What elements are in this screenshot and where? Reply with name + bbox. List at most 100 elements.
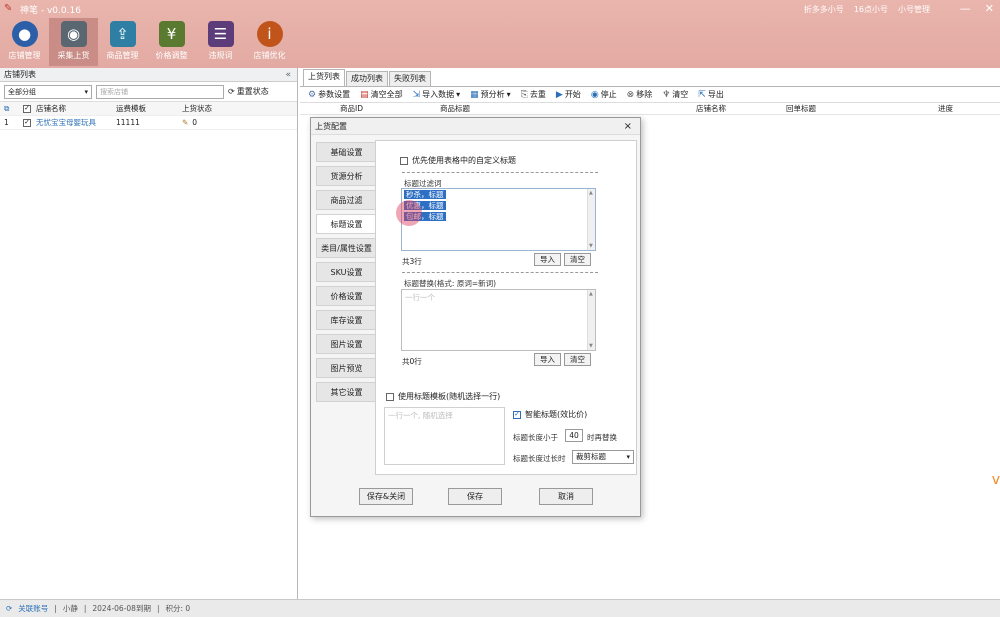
close-icon[interactable]: × — [624, 118, 632, 135]
clear-replace-button[interactable]: 清空 — [564, 353, 591, 366]
form-icon: ☰ — [207, 21, 234, 47]
nav-stock-settings[interactable]: 库存设置 — [316, 310, 377, 330]
chevron-down-icon: ▾ — [506, 90, 511, 99]
toolbar-price-adjust-button[interactable]: ¥ 价格调整 — [147, 18, 196, 66]
smart-title-option[interactable]: ✓ 智能标题(效比价) — [513, 409, 587, 420]
divider — [402, 272, 598, 273]
save-close-button[interactable]: 保存&关闭 — [359, 488, 413, 505]
min-length-input[interactable]: 40 — [565, 429, 583, 442]
param-settings-button[interactable]: ⚙ 参数设置 — [308, 89, 350, 100]
use-template-option[interactable]: 使用标题模板(随机选择一行) — [386, 391, 500, 402]
nav-category-settings[interactable]: 类目/属性设置 — [316, 238, 377, 258]
reset-status-button[interactable]: ⟳ 重置状态 — [228, 86, 269, 97]
select-all-checkbox[interactable]: ✓ — [23, 104, 31, 113]
nav-price-settings[interactable]: 价格设置 — [316, 286, 377, 306]
overlength-select[interactable]: 裁剪标题 ▾ — [572, 450, 634, 464]
shop-name-link[interactable]: 无忧宝宝母婴玩具 — [36, 117, 116, 128]
prefer-custom-title-checkbox[interactable] — [400, 156, 408, 165]
nav-product-filter[interactable]: 商品过滤 — [316, 190, 377, 210]
nav-sku-settings[interactable]: SKU设置 — [316, 262, 377, 282]
pre-analyze-button[interactable]: ▦ 预分析 ▾ — [470, 89, 511, 100]
tab-failed-list[interactable]: 失败列表 — [389, 71, 431, 86]
overlength-label: 标题长度过长时 — [513, 454, 566, 463]
toolbar-banned-words-button[interactable]: ☰ 违规词 — [196, 18, 245, 66]
shop-search-input[interactable]: 搜索店铺 — [96, 84, 224, 99]
import-replace-button[interactable]: 导入 — [534, 353, 561, 366]
window-controls: — ✕ — [960, 2, 994, 15]
top-band: ✎ 神笔 - v0.0.16 折多多小号 16点小号 小号管理 — ✕ ● 店铺… — [0, 0, 1000, 68]
prefer-custom-title-option[interactable]: 优先使用表格中的自定义标题 — [400, 155, 516, 166]
status-points: 积分: 0 — [165, 604, 191, 613]
group-select[interactable]: 全部分组 ▾ — [4, 84, 92, 99]
nav-title-settings[interactable]: 标题设置 — [316, 214, 377, 234]
tab-success-list[interactable]: 成功列表 — [346, 71, 388, 86]
collapse-icon[interactable]: « — [285, 68, 291, 82]
close-window-icon[interactable]: ✕ — [985, 2, 994, 15]
list-item[interactable]: 优惠，标题 — [404, 201, 595, 211]
nav-image-preview[interactable]: 图片预览 — [316, 358, 377, 378]
upload-tabs: 上货列表 成功列表 失败列表 — [300, 68, 1000, 87]
export-icon: ⇱ — [698, 89, 706, 100]
divider — [402, 172, 598, 173]
status-user: 小静 — [62, 604, 78, 613]
start-button[interactable]: ▶ 开始 — [556, 89, 581, 100]
save-button[interactable]: 保存 — [448, 488, 502, 505]
cancel-button[interactable]: 取消 — [539, 488, 593, 505]
clear-icon: ▤ — [360, 89, 369, 100]
click-indicator — [396, 200, 422, 226]
robot-icon: ◉ — [60, 21, 87, 47]
tab-upload-list[interactable]: 上货列表 — [303, 69, 345, 86]
broom-icon: ♆ — [662, 89, 671, 100]
replace-textarea[interactable]: 一行一个 — [401, 289, 596, 351]
scrollbar[interactable] — [587, 189, 595, 250]
chevron-down-icon: ▾ — [84, 87, 88, 96]
title-right-info: 折多多小号 16点小号 小号管理 — [804, 4, 930, 15]
shop-filter-bar: 全部分组 ▾ 搜索店铺 ⟳ 重置状态 — [0, 82, 297, 102]
upload-box-icon: ⇪ — [109, 21, 136, 47]
remove-button[interactable]: ⊗ 移除 — [627, 89, 653, 100]
export-button[interactable]: ⇱ 导出 — [698, 89, 724, 100]
shop-table-header: ⧉ ✓ 店铺名称 运费模板 上货状态 — [0, 102, 297, 116]
dedupe-button[interactable]: ⎘ 去重 — [521, 89, 546, 100]
use-template-checkbox[interactable] — [386, 392, 394, 401]
minimize-icon[interactable]: — — [960, 2, 971, 15]
play-icon: ▶ — [555, 89, 563, 100]
upload-config-dialog: 上货配置 × 基础设置 货源分析 商品过滤 标题设置 类目/属性设置 SKU设置… — [310, 117, 641, 517]
clear-all-button[interactable]: ▤ 清空全部 — [360, 89, 403, 100]
clear-filter-button[interactable]: 清空 — [564, 253, 591, 266]
list-item[interactable]: 包邮，标题 — [404, 212, 595, 222]
sub-account-link[interactable]: 小号管理 — [898, 4, 930, 15]
nav-other-settings[interactable]: 其它设置 — [316, 382, 377, 402]
toolbar-shop-manage-button[interactable]: ● 店铺管理 — [0, 18, 49, 66]
info-icon: i — [256, 21, 283, 47]
import-data-button[interactable]: ⇲ 导入数据 ▾ — [413, 89, 461, 100]
list-item[interactable]: 秒杀，标题 — [404, 190, 595, 200]
toolbar-collect-upload-button[interactable]: ◉ 采集上货 — [49, 18, 98, 66]
template-textarea[interactable]: 一行一个, 随机选择 — [384, 407, 505, 465]
import-filter-button[interactable]: 导入 — [534, 253, 561, 266]
refresh-icon[interactable]: ⟳ — [6, 604, 12, 613]
toolbar-product-manage-button[interactable]: ⇪ 商品管理 — [98, 18, 147, 66]
side-widget-icon[interactable]: ⅴ — [992, 472, 1000, 488]
min-length-suffix: 时再替换 — [587, 433, 617, 442]
edit-icon[interactable]: ✎ — [182, 118, 188, 127]
scrollbar[interactable] — [587, 290, 595, 350]
dialog-nav: 基础设置 货源分析 商品过滤 标题设置 类目/属性设置 SKU设置 价格设置 库… — [316, 142, 377, 406]
time-label: 16点小号 — [853, 5, 888, 14]
smart-title-checkbox[interactable]: ✓ — [513, 410, 521, 419]
toolbar-shop-optimize-button[interactable]: i 店铺优化 — [245, 18, 294, 66]
table-row[interactable]: 1 ✓ 无忧宝宝母婴玩具 11111 ✎ 0 — [0, 116, 297, 130]
filter-words-list[interactable]: 秒杀，标题 优惠，标题 包邮，标题 — [401, 188, 596, 251]
price-doc-icon: ¥ — [158, 21, 185, 47]
status-bar: ⟳ 关联账号 | 小静 | 2024-06-08到期 | 积分: 0 — [0, 599, 1000, 617]
clear-button[interactable]: ♆ 清空 — [662, 89, 688, 100]
row-checkbox[interactable]: ✓ — [23, 118, 31, 127]
nav-source-analysis[interactable]: 货源分析 — [316, 166, 377, 186]
nav-image-settings[interactable]: 图片设置 — [316, 334, 377, 354]
nav-basic-settings[interactable]: 基础设置 — [316, 142, 377, 162]
upload-table-header: 商品ID 商品标题 店铺名称 回单标题 进度 — [300, 103, 1000, 115]
import-icon: ⇲ — [412, 89, 421, 100]
copy-icon[interactable]: ⧉ — [0, 104, 18, 114]
login-status-link[interactable]: 关联账号 — [18, 603, 48, 614]
stop-button[interactable]: ◉ 停止 — [591, 89, 617, 100]
